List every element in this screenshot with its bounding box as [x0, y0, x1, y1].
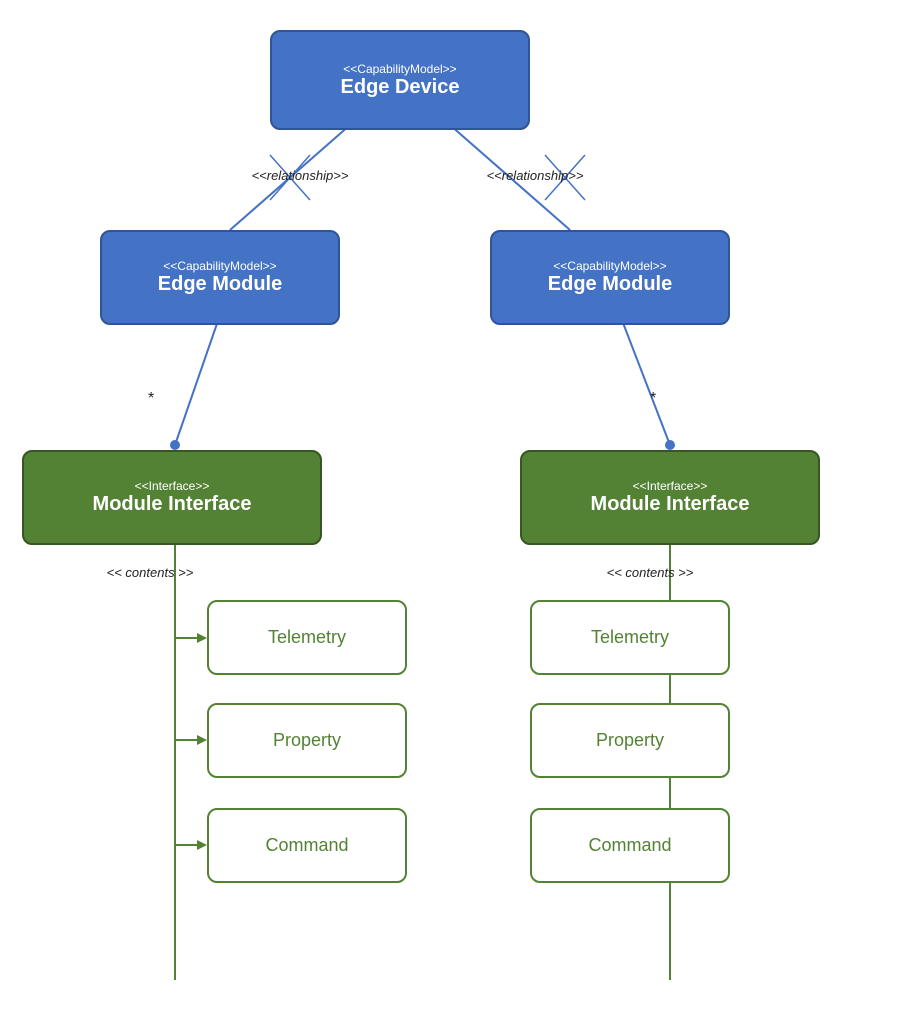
multiplicity-right: *: [650, 390, 656, 408]
property-right-label: Property: [596, 730, 664, 751]
telemetry-left-box: Telemetry: [207, 600, 407, 675]
multiplicity-left: *: [148, 390, 154, 408]
edge-module-right-title: Edge Module: [548, 273, 672, 296]
edge-device-stereotype: <<CapabilityModel>>: [343, 62, 456, 76]
module-interface-left-box: <<Interface>> Module Interface: [22, 450, 322, 545]
command-left-label: Command: [265, 835, 348, 856]
edge-module-right-box: <<CapabilityModel>> Edge Module: [490, 230, 730, 325]
command-right-box: Command: [530, 808, 730, 883]
command-left-box: Command: [207, 808, 407, 883]
module-interface-left-title: Module Interface: [93, 493, 252, 516]
relationship-label-left: <<relationship>>: [220, 168, 380, 183]
contents-label-left: << contents >>: [60, 565, 240, 580]
edge-module-left-title: Edge Module: [158, 273, 282, 296]
telemetry-left-label: Telemetry: [268, 627, 346, 648]
telemetry-right-label: Telemetry: [591, 627, 669, 648]
edge-device-title: Edge Device: [341, 76, 460, 99]
command-right-label: Command: [588, 835, 671, 856]
module-interface-right-box: <<Interface>> Module Interface: [520, 450, 820, 545]
module-interface-right-stereotype: <<Interface>>: [633, 479, 708, 493]
edge-module-right-stereotype: <<CapabilityModel>>: [553, 259, 666, 273]
edge-device-box: <<CapabilityModel>> Edge Device: [270, 30, 530, 130]
contents-label-right: << contents >>: [560, 565, 740, 580]
relationship-label-right: <<relationship>>: [455, 168, 615, 183]
edge-module-left-stereotype: <<CapabilityModel>>: [163, 259, 276, 273]
module-interface-right-title: Module Interface: [591, 493, 750, 516]
property-left-box: Property: [207, 703, 407, 778]
property-right-box: Property: [530, 703, 730, 778]
diagram: <<CapabilityModel>> Edge Device <<relati…: [0, 0, 899, 1024]
property-left-label: Property: [273, 730, 341, 751]
edge-module-left-box: <<CapabilityModel>> Edge Module: [100, 230, 340, 325]
module-interface-left-stereotype: <<Interface>>: [135, 479, 210, 493]
telemetry-right-box: Telemetry: [530, 600, 730, 675]
